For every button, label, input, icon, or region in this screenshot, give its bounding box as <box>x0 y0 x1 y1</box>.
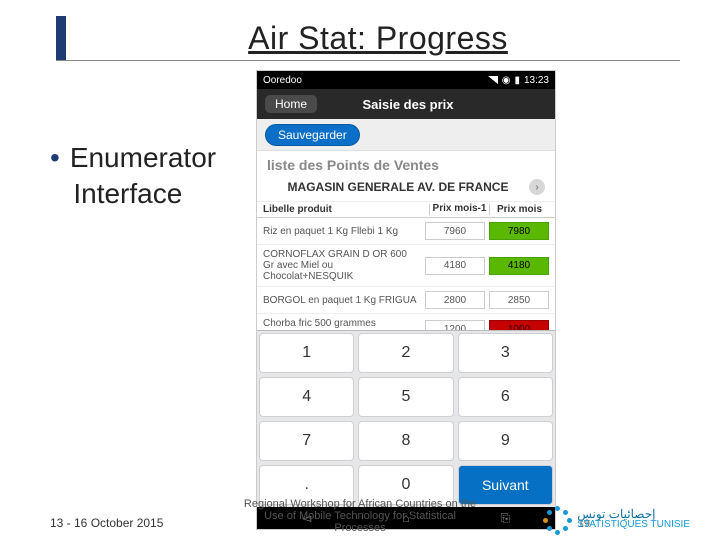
table-row[interactable]: Riz en paquet 1 Kg Fllebi 1 Kg 79607980 <box>257 218 555 245</box>
wifi-icon: ◉ <box>502 75 511 86</box>
col-prev: Prix mois-1 <box>429 204 489 215</box>
slide-title: Air Stat: Progress <box>76 20 680 57</box>
keypad-row: 123 <box>257 331 555 375</box>
numeric-keypad: 123 456 789 . 0 Suivant <box>257 330 555 507</box>
keypad-row: 456 <box>257 375 555 419</box>
key-1[interactable]: 1 <box>259 333 354 373</box>
battery-icon: ▮ <box>514 75 520 86</box>
bullet-dot-icon: • <box>50 142 60 173</box>
status-right: ◉ ▮ 13:23 <box>488 75 549 86</box>
price-curr-cell[interactable]: 2850 <box>489 291 549 309</box>
col-curr: Prix mois <box>489 204 549 215</box>
table-row[interactable]: BORGOL en paquet 1 Kg FRIGUA 28002850 <box>257 287 555 314</box>
product-label: CORNOFLAX GRAIN D OR 600 Gr avec Miel ou… <box>263 249 421 282</box>
key-9[interactable]: 9 <box>458 421 553 461</box>
key-6[interactable]: 6 <box>458 377 553 417</box>
key-7[interactable]: 7 <box>259 421 354 461</box>
key-5[interactable]: 5 <box>358 377 453 417</box>
key-3[interactable]: 3 <box>458 333 553 373</box>
price-prev-cell: 7960 <box>425 222 485 240</box>
save-button[interactable]: Sauvegarder <box>265 124 360 146</box>
slide: Air Stat: Progress • Enumerator Interface… <box>0 0 720 540</box>
table-header: Libelle produit Prix mois-1 Prix mois <box>257 202 555 218</box>
status-time: 13:23 <box>524 75 549 86</box>
product-label: BORGOL en paquet 1 Kg FRIGUA <box>263 295 421 306</box>
logo-mark-icon <box>545 506 571 532</box>
col-label: Libelle produit <box>263 204 429 215</box>
key-4[interactable]: 4 <box>259 377 354 417</box>
app-bar: Home Saisie des prix <box>257 89 555 119</box>
price-prev-cell: 2800 <box>425 291 485 309</box>
chevron-right-icon: › <box>529 179 545 195</box>
bullet-text-line1: Enumerator <box>70 142 216 173</box>
title-accent-bar <box>56 16 66 60</box>
title-row: Air Stat: Progress <box>56 14 680 62</box>
footer-line3: Processes <box>334 522 385 534</box>
key-2[interactable]: 2 <box>358 333 453 373</box>
price-curr-cell[interactable]: 4180 <box>489 257 549 275</box>
shop-name: MAGASIN GENERALE AV. DE FRANCE <box>267 180 529 194</box>
phone-screenshot: Ooredoo ◉ ▮ 13:23 Home Saisie des prix S… <box>256 70 556 530</box>
logo-fr: STATISTIQUES TUNISIE <box>577 520 690 530</box>
price-prev-cell: 4180 <box>425 257 485 275</box>
footer-line1: Regional Workshop for African Countries … <box>244 498 476 510</box>
status-bar: Ooredoo ◉ ▮ 13:23 <box>257 71 555 89</box>
app-title: Saisie des prix <box>362 97 453 112</box>
shop-row[interactable]: MAGASIN GENERALE AV. DE FRANCE › <box>257 175 555 202</box>
price-curr-cell[interactable]: 7980 <box>489 222 549 240</box>
keypad-row: 789 <box>257 419 555 463</box>
title-underline <box>56 60 680 61</box>
logo-stats-tunisie: إحصائيات تونس STATISTIQUES TUNISIE <box>545 506 690 532</box>
toolbar: Sauvegarder <box>257 119 555 151</box>
footer-line2: Use of Mobile Technology for Statistical <box>264 510 456 522</box>
key-8[interactable]: 8 <box>358 421 453 461</box>
logo-text: إحصائيات تونس STATISTIQUES TUNISIE <box>577 508 690 530</box>
status-operator: Ooredoo <box>263 75 302 86</box>
bullet-item: • Enumerator Interface <box>50 140 216 213</box>
table-row[interactable]: CORNOFLAX GRAIN D OR 600 Gr avec Miel ou… <box>257 245 555 287</box>
list-section-title: liste des Points de Ventes <box>257 151 555 175</box>
product-label: Riz en paquet 1 Kg Fllebi 1 Kg <box>263 226 421 237</box>
bullet-text-line2: Interface <box>73 178 182 209</box>
signal-icon <box>488 76 498 84</box>
home-button[interactable]: Home <box>265 95 317 113</box>
